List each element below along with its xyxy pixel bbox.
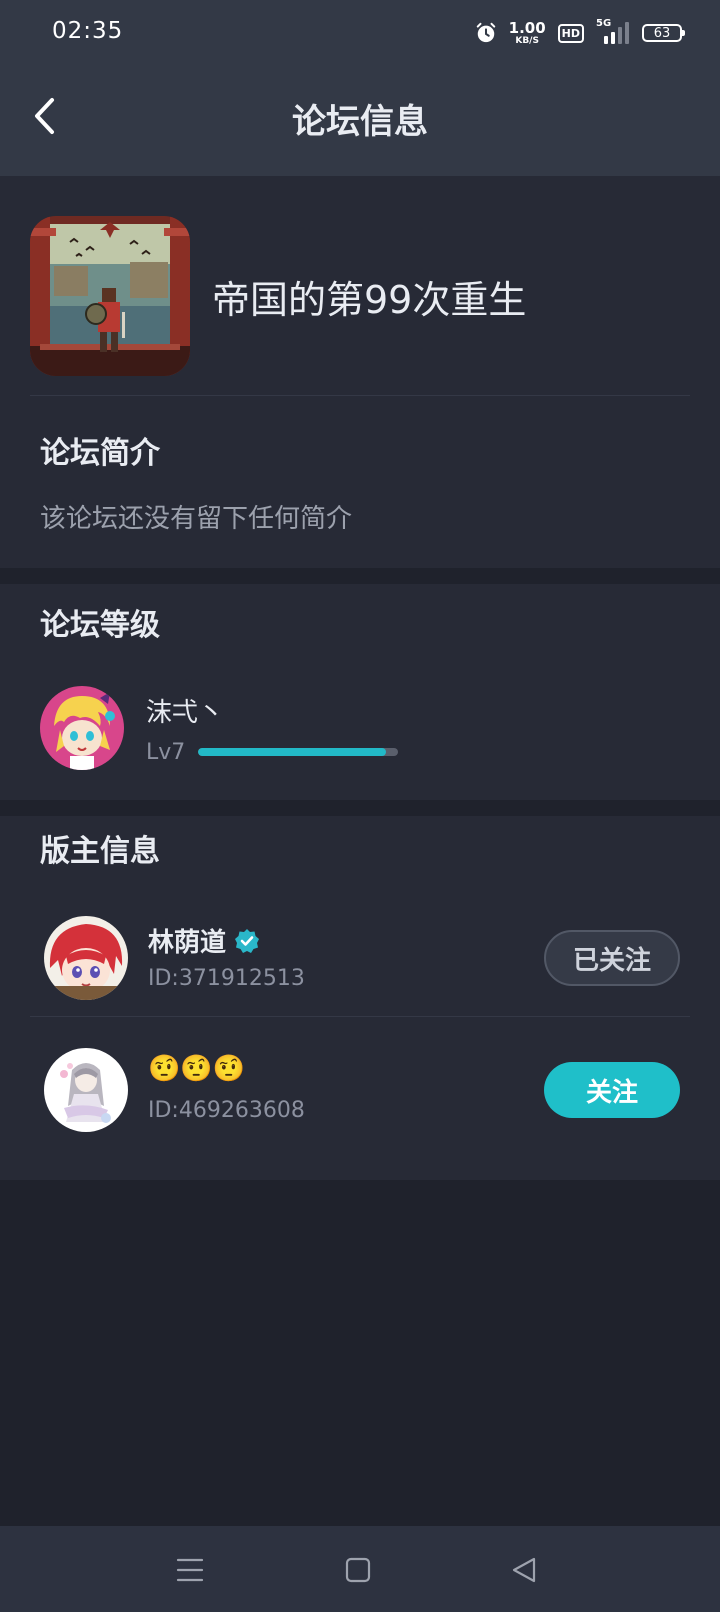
moderator-avatar-art xyxy=(44,1048,128,1132)
network-type: 5G xyxy=(596,18,612,29)
intro-text: 该论坛还没有留下任何简介 xyxy=(40,504,353,534)
moderator-row[interactable]: 🤨🤨🤨 ID:469263608 关注 xyxy=(0,1034,720,1146)
signal-bar-4 xyxy=(625,22,629,44)
level-user-name: 沫弌丶 xyxy=(146,697,225,728)
forum-name: 帝国的第99次重生 xyxy=(212,277,527,322)
battery-icon: 63 xyxy=(642,24,685,42)
forum-info-screen: 02:35 1.00 KB/S HD 5G 63 论坛信息 帝国的第99次重生 … xyxy=(0,0,720,1612)
verified-badge-icon xyxy=(235,928,260,953)
forum-cover-art xyxy=(30,216,190,376)
level-section-title: 论坛等级 xyxy=(40,608,160,643)
moderator-name: 🤨🤨🤨 xyxy=(148,1054,245,1084)
menu-icon xyxy=(176,1558,204,1582)
battery-level: 63 xyxy=(653,25,671,41)
divider xyxy=(30,395,690,396)
alarm-icon xyxy=(476,22,495,43)
top-bar: 02:35 1.00 KB/S HD 5G 63 论坛信息 xyxy=(0,0,720,176)
moderator-row[interactable]: 林荫道 ID:371912513 已关注 xyxy=(0,902,720,1014)
forum-info-card: 帝国的第99次重生 论坛简介 该论坛还没有留下任何简介 xyxy=(0,176,720,568)
avatar xyxy=(40,686,124,770)
level-row: Lv7 xyxy=(146,740,398,765)
moderator-name-text: 林荫道 xyxy=(148,928,227,958)
level-badge: Lv7 xyxy=(146,739,186,765)
moderator-id: ID:469263608 xyxy=(148,1098,305,1123)
home-square-icon xyxy=(345,1557,371,1583)
network-speed: 1.00 KB/S xyxy=(508,18,546,46)
moderator-name-text: 🤨🤨🤨 xyxy=(148,1054,246,1084)
moderators-card: 版主信息 林荫道 ID:371912513 已关注 🤨🤨🤨 ID:4692636… xyxy=(0,816,720,1180)
moderator-name: 林荫道 xyxy=(148,922,260,959)
follow-button[interactable]: 关注 xyxy=(544,1062,680,1118)
signal-icon: 5G xyxy=(596,18,630,46)
network-speed-value: 1.00 xyxy=(508,18,546,37)
forum-cover-image[interactable] xyxy=(30,216,190,376)
status-bar: 02:35 1.00 KB/S HD 5G 63 xyxy=(0,0,720,64)
followed-button[interactable]: 已关注 xyxy=(544,930,680,986)
intro-section-title: 论坛简介 xyxy=(40,436,160,471)
divider xyxy=(30,1016,690,1017)
page-title: 论坛信息 xyxy=(292,102,428,142)
status-icons: 1.00 KB/S HD 5G 63 xyxy=(475,16,685,50)
level-progress-bar xyxy=(198,748,398,756)
level-meta: 沫弌丶 Lv7 xyxy=(146,692,398,765)
forum-header: 帝国的第99次重生 xyxy=(30,216,526,376)
back-triangle-icon xyxy=(512,1557,536,1583)
menu-button[interactable] xyxy=(170,1550,210,1590)
forum-level-card: 论坛等级 沫弌丶 Lv7 xyxy=(0,584,720,800)
system-nav-bar xyxy=(0,1526,720,1612)
level-user[interactable]: 沫弌丶 Lv7 xyxy=(40,686,398,770)
avatar[interactable] xyxy=(44,916,128,1000)
level-progress-fill xyxy=(198,748,386,756)
hd-icon: HD xyxy=(557,23,584,43)
signal-bar-2 xyxy=(611,32,615,44)
back-nav-button[interactable] xyxy=(504,1550,544,1590)
home-button[interactable] xyxy=(338,1550,378,1590)
moderators-section-title: 版主信息 xyxy=(40,834,160,869)
network-speed-unit: KB/S xyxy=(515,35,539,46)
user-avatar-art xyxy=(40,686,124,770)
signal-bar-1 xyxy=(604,36,608,44)
page-header: 论坛信息 xyxy=(0,64,720,176)
moderator-id: ID:371912513 xyxy=(148,966,305,991)
avatar[interactable] xyxy=(44,1048,128,1132)
status-time: 02:35 xyxy=(52,18,124,44)
signal-bar-3 xyxy=(618,27,622,44)
moderator-avatar-art xyxy=(44,916,128,1000)
